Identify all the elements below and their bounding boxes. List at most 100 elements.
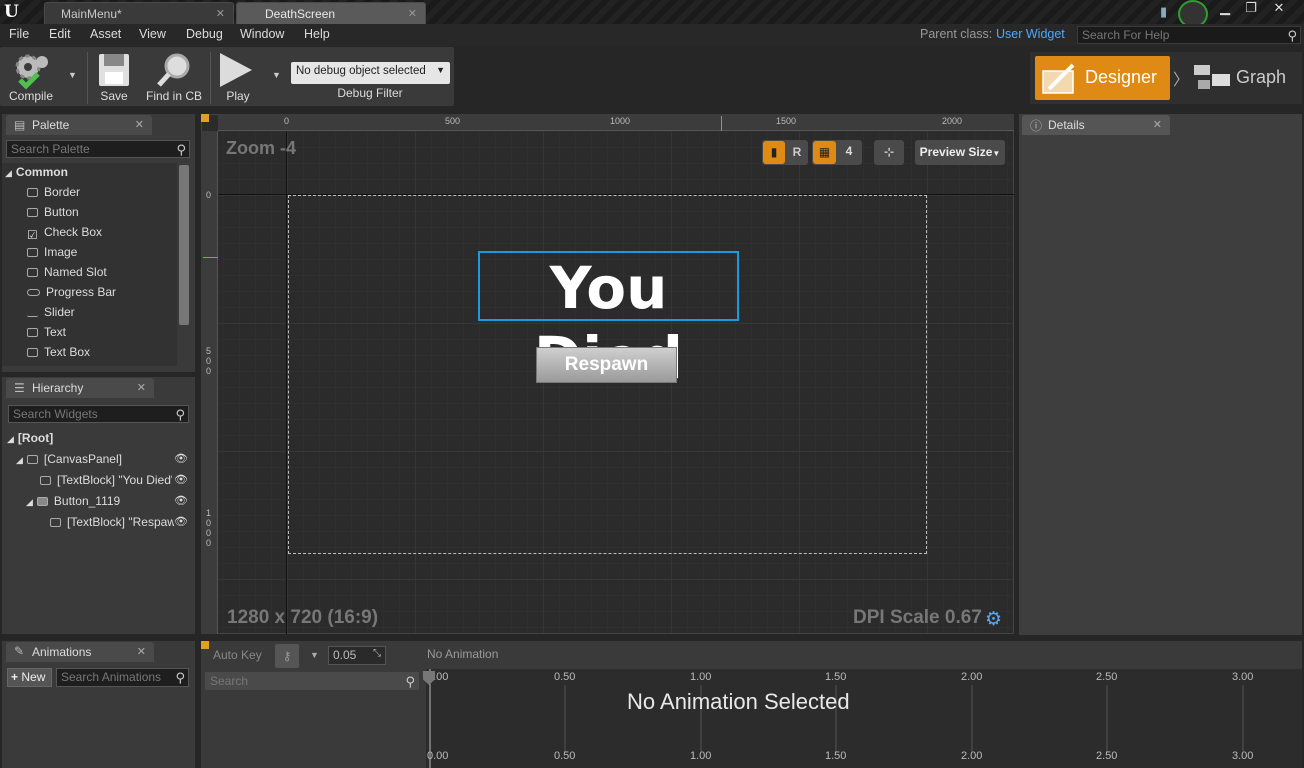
timeline-tick-label: 2.00	[961, 671, 983, 683]
grid-snap-icon[interactable]: ▦	[813, 141, 836, 164]
close-icon[interactable]: ✕	[216, 7, 225, 20]
dpi-scale-label: DPI Scale 0.67	[853, 607, 982, 628]
hierarchy-item-you-died-text[interactable]: [TextBlock] "You Died"	[40, 473, 172, 487]
palette-item-text[interactable]: Text	[27, 325, 66, 339]
layout-mode-icon[interactable]: ▮	[763, 141, 785, 164]
expand-icon: ⤡	[373, 648, 381, 659]
hierarchy-item-respawn-text[interactable]: [TextBlock] "Respaw	[50, 515, 174, 529]
dpi-settings-gear-icon[interactable]: ⚙	[985, 608, 1002, 631]
maximize-icon[interactable]: ❐	[1238, 0, 1264, 18]
visibility-eye-icon[interactable]: 👁	[174, 494, 188, 507]
vertical-ruler	[201, 131, 218, 634]
menu-help[interactable]: Help	[304, 27, 330, 41]
menu-window[interactable]: Window	[240, 27, 284, 41]
palette-item-slider[interactable]: Slider	[27, 305, 75, 319]
hierarchy-item-canvas-panel[interactable]: ◢ [CanvasPanel]	[16, 452, 122, 466]
tab-animations[interactable]: ✎ Animations ✕	[6, 642, 154, 662]
play-label: Play	[226, 89, 250, 103]
respawn-button[interactable]: Respawn	[536, 347, 677, 383]
sequencer-corner-marker	[201, 641, 209, 649]
palette-item-check-box[interactable]: ☑ Check Box	[27, 225, 102, 242]
graph-mode-icon[interactable]	[1192, 62, 1232, 92]
find-in-cb-button[interactable]	[155, 51, 195, 89]
snap-interval-field[interactable]: 0.05 ⤡	[328, 646, 386, 665]
close-icon[interactable]: ✕	[1153, 118, 1162, 131]
no-animation-message: No Animation Selected	[627, 689, 850, 714]
parent-class-link[interactable]: User Widget	[996, 27, 1065, 41]
item-label: Button	[44, 205, 79, 219]
palette-scrollbar[interactable]	[179, 165, 189, 325]
hierarchy-item-root[interactable]: ◢ [Root]	[7, 431, 53, 445]
compile-options-dropdown-icon[interactable]: ▼	[68, 70, 77, 80]
palette-tab-label: Palette	[32, 118, 70, 132]
graph-nodes-icon	[1194, 65, 1230, 89]
animation-icon: ✎	[14, 644, 25, 658]
preview-size-dropdown[interactable]: Preview Size▼	[915, 140, 1005, 165]
zoom-to-fit-icon[interactable]: ⊹	[874, 140, 904, 165]
palette-item-named-slot[interactable]: Named Slot	[27, 265, 107, 279]
menu-edit[interactable]: Edit	[49, 27, 71, 41]
border-icon	[27, 188, 38, 198]
palette-item-image[interactable]: Image	[27, 245, 77, 259]
hierarchy-item-button[interactable]: ◢ Button_1119	[26, 494, 120, 508]
menu-debug[interactable]: Debug	[186, 27, 223, 41]
close-icon[interactable]: ✕	[137, 381, 146, 394]
compile-button[interactable]	[10, 50, 52, 90]
tab-deathscreen[interactable]: DeathScreen ✕	[236, 2, 426, 24]
animations-search-input[interactable]: Search Animations ⚲	[56, 668, 189, 687]
palette-item-button[interactable]: Button	[27, 205, 79, 219]
minimize-icon[interactable]: ▁	[1212, 0, 1238, 18]
visibility-eye-icon[interactable]: 👁	[174, 452, 188, 465]
palette-search-input[interactable]: Search Palette ⚲	[6, 140, 190, 158]
search-icon: ⚲	[405, 674, 415, 689]
tab-hierarchy[interactable]: ☰ Hierarchy ✕	[6, 378, 154, 398]
visibility-eye-icon[interactable]: 👁	[174, 473, 188, 486]
palette-item-text-box[interactable]: Text Box	[27, 345, 90, 359]
palette-item-border[interactable]: Border	[27, 185, 80, 199]
close-window-icon[interactable]: ✕	[1266, 0, 1292, 18]
graph-mode-button[interactable]: Graph	[1236, 67, 1286, 88]
tab-mainmenu[interactable]: MainMenu* ✕	[44, 2, 234, 24]
timeline-tick-label: 3.00	[1232, 750, 1254, 762]
visibility-eye-icon[interactable]: 👁	[174, 515, 188, 528]
close-icon[interactable]: ✕	[408, 7, 417, 20]
play-options-dropdown-icon[interactable]: ▼	[272, 70, 281, 80]
save-label: Save	[100, 89, 128, 103]
magnifier-icon	[157, 53, 190, 87]
snap-value: 0.05	[333, 648, 357, 662]
item-label: Image	[44, 245, 78, 259]
auto-key-label: Auto Key	[213, 648, 262, 662]
designer-mode-button[interactable]: Designer	[1035, 56, 1170, 100]
track-search-input[interactable]: Search ⚲	[205, 672, 419, 690]
named-slot-icon	[27, 268, 38, 278]
chat-icon[interactable]: ▮	[1160, 4, 1176, 19]
new-animation-button[interactable]: + New	[7, 668, 52, 687]
tab-palette[interactable]: ▤ Palette ✕	[6, 115, 152, 135]
timeline-tick-label: 1.50	[825, 750, 847, 762]
respect-locks-button[interactable]: R	[787, 141, 807, 164]
auto-key-toggle-icon[interactable]: ⚷	[275, 644, 299, 668]
search-help-input[interactable]: Search For Help ⚲	[1077, 26, 1301, 44]
close-icon[interactable]: ✕	[135, 118, 144, 131]
animations-search-placeholder: Search Animations	[61, 670, 162, 684]
save-button[interactable]	[97, 52, 131, 88]
you-died-textblock[interactable]: You Died	[478, 251, 739, 392]
resolution-label: 1280 x 720 (16:9)	[227, 607, 379, 628]
palette-item-progress-bar[interactable]: Progress Bar	[27, 285, 116, 299]
menu-file[interactable]: File	[9, 27, 29, 41]
unreal-logo-icon[interactable]: U	[4, 2, 26, 22]
play-button[interactable]	[218, 51, 254, 89]
tab-details[interactable]: ⓘ Details ✕	[1022, 115, 1170, 135]
parent-class-label: Parent class:	[920, 27, 993, 41]
compile-gear-icon	[15, 54, 48, 90]
menu-asset[interactable]: Asset	[90, 27, 121, 41]
current-animation-label: No Animation	[427, 647, 499, 661]
hierarchy-search-input[interactable]: Search Widgets ⚲	[8, 405, 189, 423]
play-icon	[220, 53, 252, 87]
menu-view[interactable]: View	[139, 27, 166, 41]
palette-category-common[interactable]: ◢ Common	[5, 165, 68, 179]
debug-object-select[interactable]: No debug object selected ▼	[291, 62, 450, 84]
close-icon[interactable]: ✕	[137, 645, 146, 658]
chevron-down-icon[interactable]: ▼	[310, 650, 319, 660]
grid-size-select[interactable]: 4	[838, 141, 860, 164]
